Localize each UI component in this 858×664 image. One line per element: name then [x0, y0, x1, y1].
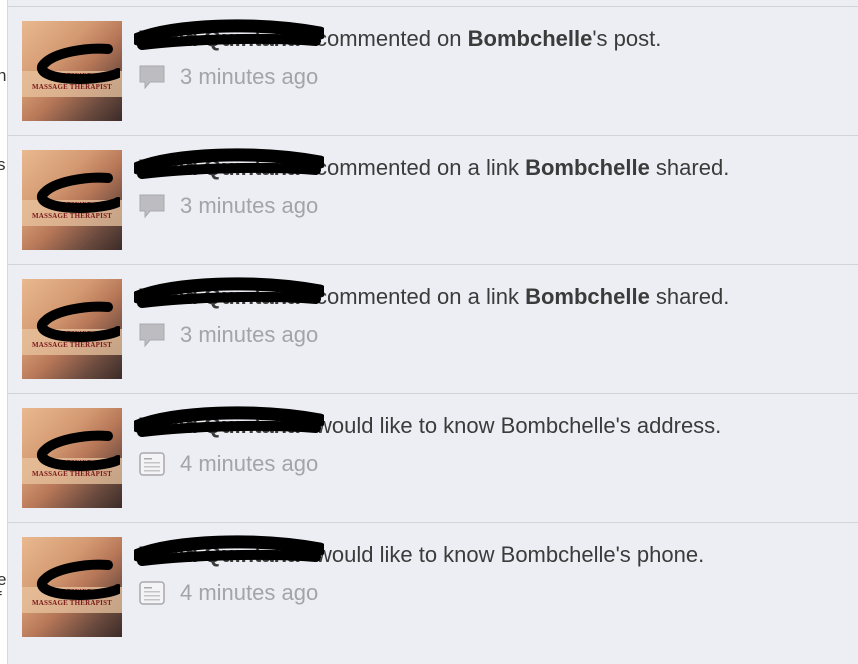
- left-panel-edge: n s e f: [0, 0, 8, 664]
- avatar-redaction: [37, 430, 120, 472]
- name-redaction: [134, 277, 324, 308]
- name-redaction: [134, 148, 324, 179]
- target-name[interactable]: Bombchelle: [525, 155, 650, 180]
- timestamp[interactable]: 3 minutes ago: [180, 64, 318, 89]
- notification-text[interactable]: David Quintana would like to know Bombch…: [134, 535, 705, 569]
- edge-text: s: [0, 155, 6, 174]
- comment-icon: [138, 192, 168, 220]
- timestamp[interactable]: 4 minutes ago: [180, 580, 318, 605]
- timestamp[interactable]: 4 minutes ago: [180, 451, 318, 476]
- actor-name[interactable]: David Quintana: [134, 148, 324, 182]
- notification-text[interactable]: David Quintana commented on a link Bombc…: [134, 148, 730, 182]
- action-text: would like to know Bombchelle's phone.: [316, 542, 705, 567]
- action-text: commented on a link: [316, 155, 526, 180]
- actor-name[interactable]: David Quintana: [134, 406, 324, 440]
- avatar[interactable]: CERTIFIED MASSAGE THERAPIST: [22, 279, 122, 379]
- timestamp[interactable]: 3 minutes ago: [180, 193, 318, 218]
- target-name[interactable]: Bombchelle: [525, 284, 650, 309]
- notification-item[interactable]: CERTIFIED MASSAGE THERAPIST David Quinta…: [8, 522, 858, 651]
- notification-meta: 4 minutes ago: [138, 579, 318, 607]
- notification-text[interactable]: David Quintana commented on a link Bombc…: [134, 277, 730, 311]
- edge-text: f: [0, 588, 2, 608]
- notification-text[interactable]: David Quintana commented on Bombchelle's…: [134, 19, 662, 53]
- avatar[interactable]: CERTIFIED MASSAGE THERAPIST: [22, 537, 122, 637]
- comment-icon: [138, 321, 168, 349]
- notification-list: CERTIFIED MASSAGE THERAPIST David Quinta…: [8, 0, 858, 651]
- notification-item[interactable]: CERTIFIED MASSAGE THERAPIST David Quinta…: [8, 135, 858, 264]
- avatar-redaction: [37, 301, 120, 343]
- notification-item[interactable]: CERTIFIED MASSAGE THERAPIST David Quinta…: [8, 6, 858, 135]
- name-redaction: [134, 19, 324, 50]
- notification-text[interactable]: David Quintana would like to know Bombch…: [134, 406, 722, 440]
- avatar-redaction: [37, 172, 120, 214]
- action-suffix: shared.: [649, 284, 730, 309]
- actor-name[interactable]: David Quintana: [134, 19, 324, 53]
- notification-meta: 3 minutes ago: [138, 192, 318, 220]
- info-request-icon: [138, 579, 168, 607]
- name-redaction: [134, 535, 324, 566]
- notification-meta: 4 minutes ago: [138, 450, 318, 478]
- avatar-redaction: [37, 43, 120, 85]
- edge-text: n: [0, 66, 7, 85]
- avatar[interactable]: CERTIFIED MASSAGE THERAPIST: [22, 21, 122, 121]
- action-text: would like to know Bombchelle's address.: [316, 413, 722, 438]
- target-name[interactable]: Bombchelle: [468, 26, 593, 51]
- info-request-icon: [138, 450, 168, 478]
- action-text: commented on: [316, 26, 468, 51]
- notification-meta: 3 minutes ago: [138, 321, 318, 349]
- actor-name[interactable]: David Quintana: [134, 277, 324, 311]
- name-redaction: [134, 406, 324, 437]
- comment-icon: [138, 63, 168, 91]
- notifications-page: n s e f CERTIFIED MASSAGE THERAPIST Davi…: [0, 0, 858, 664]
- action-suffix: 's post.: [592, 26, 662, 51]
- notification-meta: 3 minutes ago: [138, 63, 318, 91]
- notification-item[interactable]: CERTIFIED MASSAGE THERAPIST David Quinta…: [8, 264, 858, 393]
- timestamp[interactable]: 3 minutes ago: [180, 322, 318, 347]
- avatar[interactable]: CERTIFIED MASSAGE THERAPIST: [22, 408, 122, 508]
- action-text: commented on a link: [316, 284, 526, 309]
- edge-text: e: [0, 570, 7, 589]
- avatar[interactable]: CERTIFIED MASSAGE THERAPIST: [22, 150, 122, 250]
- action-suffix: shared.: [649, 155, 730, 180]
- avatar-redaction: [37, 559, 120, 601]
- actor-name[interactable]: David Quintana: [134, 535, 324, 569]
- notification-item[interactable]: CERTIFIED MASSAGE THERAPIST David Quinta…: [8, 393, 858, 522]
